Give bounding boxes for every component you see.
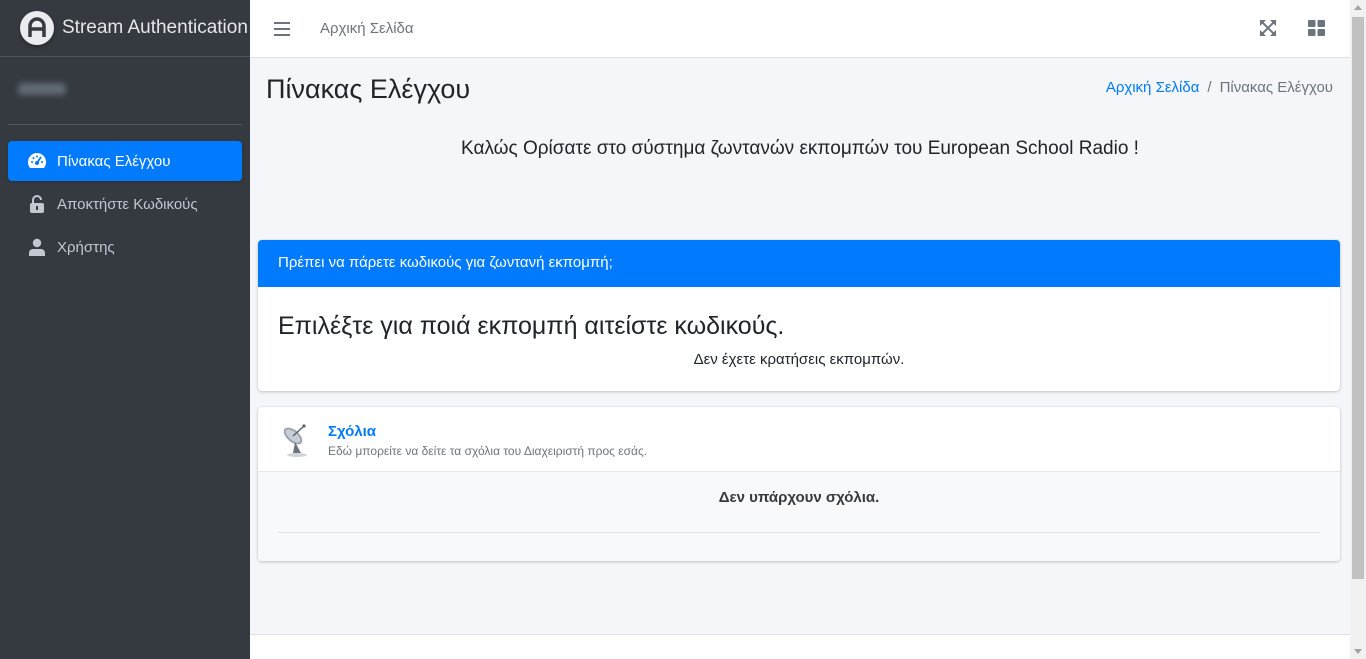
comments-card-title[interactable]: Σχόλια [328,423,376,440]
page-scrollbar[interactable] [1350,0,1366,659]
user-icon [26,237,48,257]
codes-card-title: Επιλέξτε για ποιά εκπομπή αιτείστε κωδικ… [278,312,785,340]
sidebar-item-get-codes[interactable]: Αποκτήστε Κωδικούς [8,184,242,224]
top-navbar: Αρχική Σελίδα [250,0,1350,58]
no-comments-text: Δεν υπάρχουν σχόλια. [718,489,880,506]
satellite-dish-icon [280,420,312,458]
fullscreen-icon[interactable] [1260,20,1278,38]
codes-card-empty-text: Δεν έχετε κρατήσεις εκπομπών. [693,351,905,368]
grid-layout-icon[interactable] [1308,20,1326,38]
breadcrumb-separator: / [1207,79,1212,96]
footer [250,634,1350,659]
sidebar: Stream Authentication Πίνακας Ελέγχου Απ… [0,0,250,659]
page-title: Πίνακας Ελέγχου [266,74,471,104]
scroll-up-icon[interactable] [1354,5,1362,10]
user-panel[interactable] [8,73,242,125]
tachometer-icon [26,151,48,171]
menu-toggle-icon[interactable] [274,21,290,36]
sidebar-item-label: Χρήστης [57,238,115,256]
divider [278,532,1320,533]
breadcrumb-home-link[interactable]: Αρχική Σελίδα [1106,79,1200,96]
sidebar-item-label: Πίνακας Ελέγχου [57,152,171,170]
main-content: Πίνακας Ελέγχου Αρχική Σελίδα / Πίνακας … [250,58,1350,659]
breadcrumb: Αρχική Σελίδα / Πίνακας Ελέγχου [1106,79,1333,96]
breadcrumb-current: Πίνακας Ελέγχου [1219,79,1333,96]
top-home-link[interactable]: Αρχική Σελίδα [320,20,414,37]
sidebar-nav: Πίνακας Ελέγχου Αποκτήστε Κωδικούς Χρήστ… [0,141,250,267]
codes-card-header: Πρέπει να πάρετε κωδικούς για ζωντανή εκ… [258,240,1340,287]
comments-card-header: Σχόλια Εδώ μπορείτε να δείτε τα σχόλια τ… [258,407,1340,472]
user-name-blurred [18,83,66,95]
brand-link[interactable]: Stream Authentication [0,0,250,57]
comments-card-description: Εδώ μπορείτε να δείτε τα σχόλια του Διαχ… [328,444,648,458]
brand-title: Stream Authentication [62,17,248,38]
lock-open-icon [26,194,48,214]
scroll-down-icon[interactable] [1354,649,1362,654]
sidebar-item-label: Αποκτήστε Κωδικούς [57,195,198,213]
codes-card: Πρέπει να πάρετε κωδικούς για ζωντανή εκ… [258,240,1340,391]
welcome-message: Καλώς Ορίσατε στο σύστημα ζωντανών εκπομ… [461,138,1139,159]
scroll-thumb[interactable] [1352,17,1364,579]
sidebar-item-user[interactable]: Χρήστης [8,227,242,267]
brand-logo-icon [20,11,54,45]
comments-card: Σχόλια Εδώ μπορείτε να δείτε τα σχόλια τ… [258,407,1340,561]
sidebar-item-dashboard[interactable]: Πίνακας Ελέγχου [8,141,242,181]
comments-card-body: Δεν υπάρχουν σχόλια. [258,472,1340,561]
